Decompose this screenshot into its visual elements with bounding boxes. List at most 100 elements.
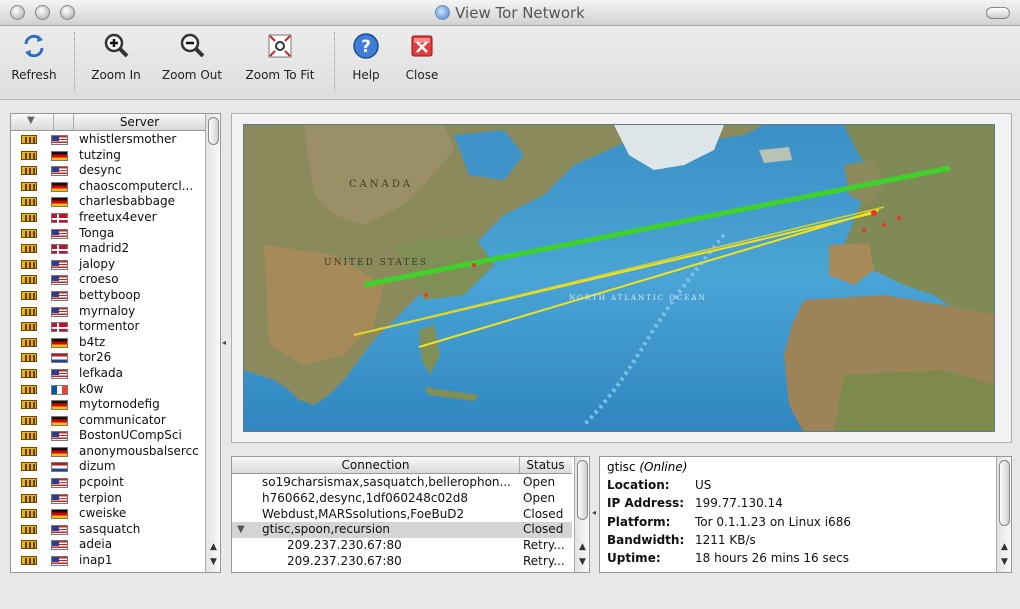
scroll-up-arrow-icon[interactable]: ▲ [206,540,220,554]
server-row[interactable]: croeso [11,272,206,288]
router-dot[interactable] [424,293,428,297]
detail-label: Platform: [607,514,671,529]
status-column-header[interactable]: Status [519,458,572,472]
server-row[interactable]: pcpoint [11,475,206,491]
server-row[interactable]: dizum [11,459,206,475]
server-column-header[interactable]: Server [73,115,206,129]
server-row[interactable]: sasquatch [11,522,206,538]
globe-icon [435,5,451,20]
server-row[interactable]: adeia [11,537,206,553]
server-list: ▼ Server whistlersmother tutzing desync cha… [10,113,221,573]
router-dot[interactable] [871,210,877,216]
server-row[interactable]: tormentor [11,319,206,335]
server-row[interactable]: BostonUCompSci [11,428,206,444]
connection-row[interactable]: 209.237.230.67:80 Retry... [232,554,572,570]
connection-name: 209.237.230.67:80 [287,538,402,553]
country-flag-icon [51,415,68,426]
scrollbar-thumb[interactable] [999,460,1010,526]
server-row[interactable]: desync [11,163,206,179]
detail-value: Tor 0.1.1.23 on Linux i686 [695,514,851,529]
server-name: whistlersmother [79,132,177,146]
country-flag-icon [51,290,68,301]
server-row[interactable]: inap1 [11,553,206,569]
server-name: madrid2 [79,241,130,256]
network-map[interactable]: CANADA UNITED STATES NORTH ATLANTIC OCEA… [243,124,995,432]
connection-row[interactable]: 209.237.230.67:80 Retry... [232,538,572,554]
svg-text:?: ? [361,37,371,57]
server-list-header: ▼ Server [11,114,206,131]
country-flag-icon [51,493,68,504]
close-button[interactable]: Close [401,30,443,94]
server-list-scrollbar[interactable]: ▲ ▼ [205,114,220,572]
scroll-down-arrow-icon[interactable]: ▼ [997,555,1011,569]
server-row[interactable]: madrid2 [11,241,206,257]
detail-value: 199.77.130.14 [695,496,783,511]
disclosure-triangle-icon[interactable]: ▼ [237,522,245,538]
bandwidth-icon [21,244,37,254]
connection-status: Retry... [523,538,565,553]
splitter-handle-icon[interactable]: ◂ [592,508,596,517]
server-name: desync [79,163,122,178]
connection-status: Open [523,490,556,505]
connection-column-header[interactable]: Connection [232,458,519,472]
server-row[interactable]: terpion [11,491,206,507]
help-button[interactable]: ? Help [345,30,387,94]
server-row[interactable]: anonymousbalsercc [11,444,206,460]
server-name: communicator [79,412,166,427]
server-row[interactable]: lefkada [11,366,206,382]
router-dot[interactable] [897,216,901,220]
server-row[interactable]: cweiske [11,506,206,522]
zoom-out-button[interactable]: Zoom Out [160,30,224,94]
detail-label: Location: [607,478,670,492]
router-name: gtisc [607,460,636,474]
server-row[interactable]: Tonga [11,226,206,242]
scrollbar-thumb[interactable] [208,117,219,145]
detail-row: Uptime: 18 hours 26 mins 16 secs [607,549,849,567]
bandwidth-icon [21,509,37,519]
connection-row[interactable]: h760662,desync,1df060248c02d8 Open [232,491,572,507]
details-scrollbar[interactable]: ▲ ▼ [996,457,1011,572]
close-icon [408,32,436,60]
scrollbar-thumb[interactable] [577,460,588,520]
scroll-up-arrow-icon[interactable]: ▲ [575,540,589,554]
toolbar-toggle-button[interactable] [986,7,1010,19]
server-row[interactable]: jalopy [11,257,206,273]
server-name: pcpoint [79,475,124,490]
server-row[interactable]: tutzing [11,148,206,164]
bandwidth-icon [21,556,37,566]
server-row[interactable]: tor26 [11,350,206,366]
server-row[interactable]: k0w [11,382,206,398]
connection-row[interactable]: ▼ gtisc,spoon,recursion Closed [232,522,572,539]
country-flag-icon [51,540,68,551]
server-name: chaoscomputercl... [79,178,194,193]
server-name: mytornodefig [79,397,160,412]
server-row[interactable]: freetux4ever [11,210,206,226]
connection-name: Webdust,MARSsolutions,FoeBuD2 [262,506,465,521]
connection-row[interactable]: Webdust,MARSsolutions,FoeBuD2 Closed [232,507,572,523]
scroll-up-arrow-icon[interactable]: ▲ [997,540,1011,554]
sort-indicator-icon[interactable]: ▼ [27,115,35,126]
router-dot[interactable] [862,228,866,232]
router-dot[interactable] [882,223,886,227]
server-row[interactable]: communicator [11,413,206,429]
server-row[interactable]: chaoscomputercl... [11,179,206,195]
scroll-down-arrow-icon[interactable]: ▼ [575,555,589,569]
server-row[interactable]: b4tz [11,335,206,351]
country-flag-icon [51,135,68,145]
country-flag-icon [51,322,69,334]
server-row[interactable]: mytornodefig [11,397,206,413]
country-flag-icon [51,228,68,239]
zoom-in-button[interactable]: Zoom In [86,30,146,94]
connection-list-scrollbar[interactable]: ▲ ▼ [574,457,589,572]
server-row[interactable]: charlesbabbage [11,194,206,210]
connection-row[interactable]: so19charsismax,sasquatch,bellerophon... O… [232,475,572,491]
server-row[interactable]: bettyboop [11,288,206,304]
server-row[interactable]: myrnaloy [11,304,206,320]
refresh-button[interactable]: Refresh [8,30,60,94]
zoom-to-fit-button[interactable]: Zoom To Fit [242,30,318,94]
scroll-down-arrow-icon[interactable]: ▼ [206,555,220,569]
server-row[interactable]: whistlersmother [11,132,206,148]
splitter-handle-icon[interactable]: ◂ [222,338,226,347]
router-dot[interactable] [472,263,476,267]
connection-name: h760662,desync,1df060248c02d8 [262,490,469,505]
